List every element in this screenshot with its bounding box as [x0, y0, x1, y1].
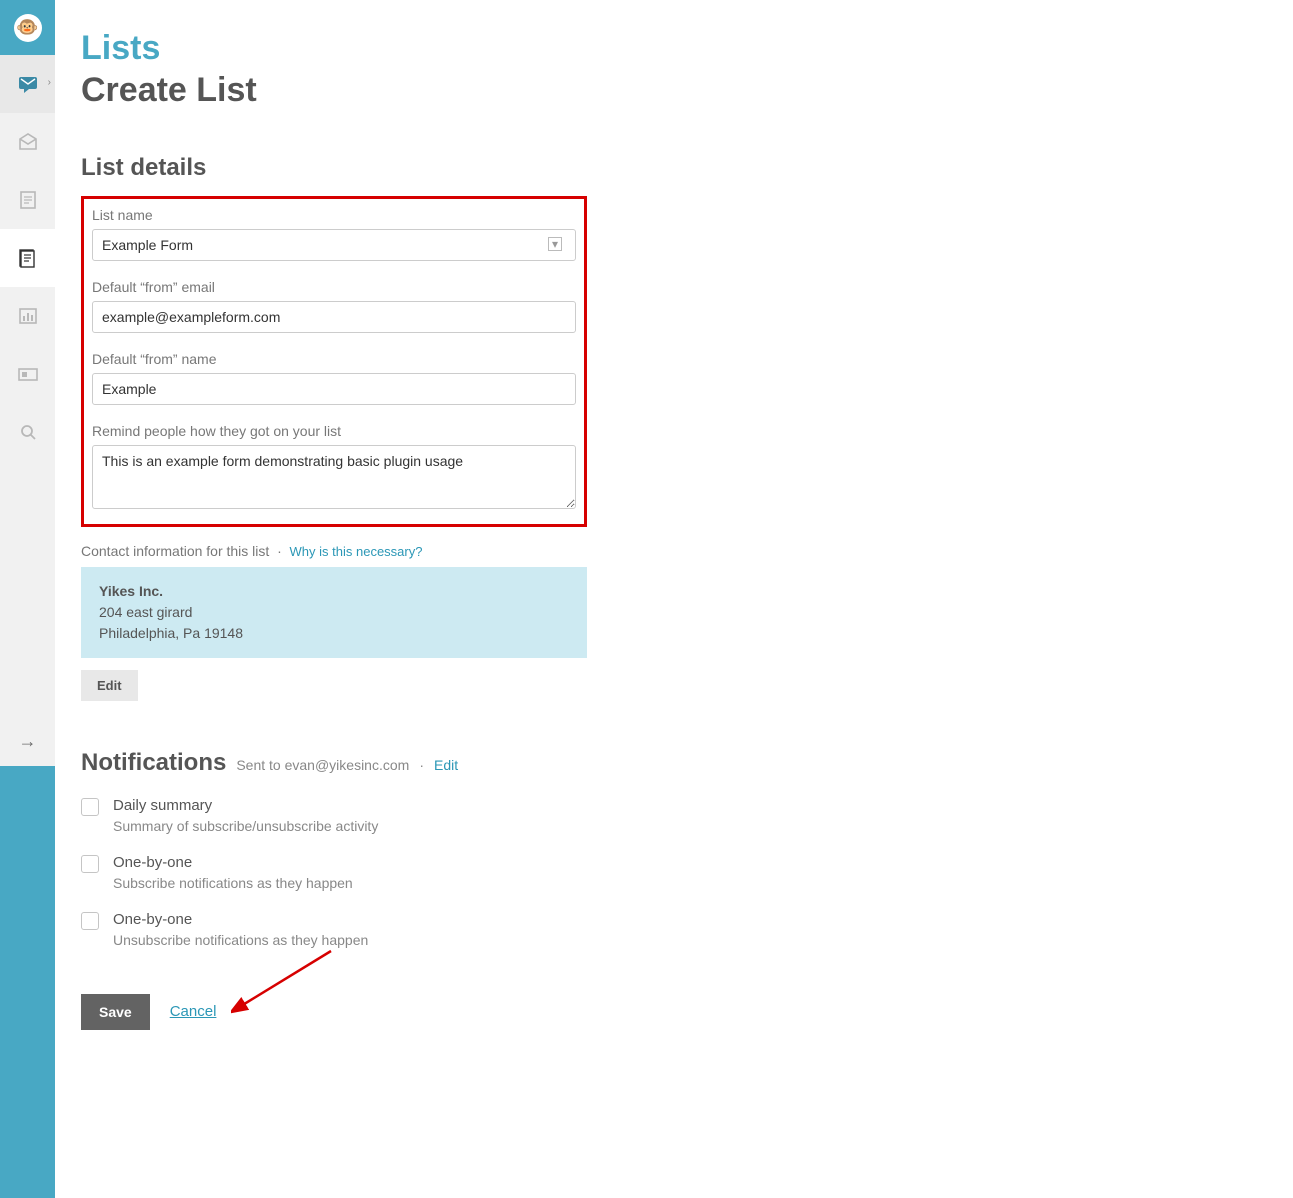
nav-templates[interactable]	[0, 113, 55, 171]
cancel-link[interactable]: Cancel	[170, 1003, 217, 1020]
contact-info-box: Yikes Inc. 204 east girard Philadelphia,…	[81, 567, 587, 658]
breadcrumb[interactable]: Lists	[81, 28, 1293, 69]
detail-form-highlight: List name ▾ Default “from” email Default…	[81, 196, 587, 527]
reminder-textarea[interactable]: This is an example form demonstrating ba…	[92, 445, 576, 509]
sidebar: 🐵 › →	[0, 0, 55, 1198]
reminder-label: Remind people how they got on your list	[92, 423, 568, 439]
list-name-input[interactable]	[92, 229, 576, 261]
search-icon	[16, 420, 40, 444]
contact-info-label: Contact information for this list · Why …	[81, 543, 1293, 559]
chevron-right-icon: ›	[48, 77, 51, 88]
save-button[interactable]: Save	[81, 994, 150, 1030]
notification-title: One-by-one	[113, 854, 353, 871]
notifications-sent-to: Sent to evan@yikesinc.com	[236, 757, 409, 773]
brand-logo[interactable]: 🐵	[0, 0, 55, 55]
checkbox-daily-summary[interactable]	[81, 798, 99, 816]
notification-desc: Unsubscribe notifications as they happen	[113, 932, 368, 948]
from-name-input[interactable]	[92, 373, 576, 405]
form-actions: Save Cancel	[81, 994, 1293, 1030]
contact-company: Yikes Inc.	[99, 581, 569, 602]
nav-search[interactable]	[0, 403, 55, 461]
notification-title: One-by-one	[113, 911, 368, 928]
nav-campaigns[interactable]: ›	[0, 55, 55, 113]
edit-notifications-link[interactable]: Edit	[434, 757, 458, 773]
from-name-label: Default “from” name	[92, 351, 568, 367]
lists-icon	[16, 246, 40, 270]
notification-desc: Summary of subscribe/unsubscribe activit…	[113, 818, 378, 834]
contact-address-line2: Philadelphia, Pa 19148	[99, 623, 569, 644]
notification-desc: Subscribe notifications as they happen	[113, 875, 353, 891]
nav-automations[interactable]	[0, 171, 55, 229]
nav-autoresponders[interactable]	[0, 345, 55, 403]
section-heading-notifications: Notifications	[81, 749, 226, 777]
sidebar-fill-decoration	[0, 766, 55, 1198]
notification-title: Daily summary	[113, 797, 378, 814]
from-email-label: Default “from” email	[92, 279, 568, 295]
autofill-icon: ▾	[548, 237, 562, 251]
bar-chart-icon	[16, 304, 40, 328]
section-heading-details: List details	[81, 154, 1293, 182]
notification-option-daily: Daily summary Summary of subscribe/unsub…	[81, 797, 1293, 834]
nav-reports[interactable]	[0, 287, 55, 345]
annotation-arrow-icon	[231, 946, 341, 1016]
card-icon	[16, 362, 40, 386]
why-necessary-link[interactable]: Why is this necessary?	[290, 544, 423, 559]
contact-address-line1: 204 east girard	[99, 602, 569, 623]
edit-contact-button[interactable]: Edit	[81, 670, 138, 701]
collapse-sidebar-arrow-icon[interactable]: →	[0, 716, 55, 766]
envelope-speech-icon	[16, 72, 40, 96]
checkbox-unsubscribe-onebyone[interactable]	[81, 912, 99, 930]
document-icon	[16, 188, 40, 212]
notification-option-subscribe: One-by-one Subscribe notifications as th…	[81, 854, 1293, 891]
page-title: Create List	[81, 71, 1293, 110]
main-content: Lists Create List List details List name…	[55, 0, 1293, 1198]
from-email-input[interactable]	[92, 301, 576, 333]
nav-lists[interactable]	[0, 229, 55, 287]
notification-option-unsubscribe: One-by-one Unsubscribe notifications as …	[81, 911, 1293, 948]
envelope-open-icon	[16, 130, 40, 154]
list-name-label: List name	[92, 207, 568, 223]
mailchimp-logo-icon: 🐵	[14, 14, 42, 42]
checkbox-subscribe-onebyone[interactable]	[81, 855, 99, 873]
